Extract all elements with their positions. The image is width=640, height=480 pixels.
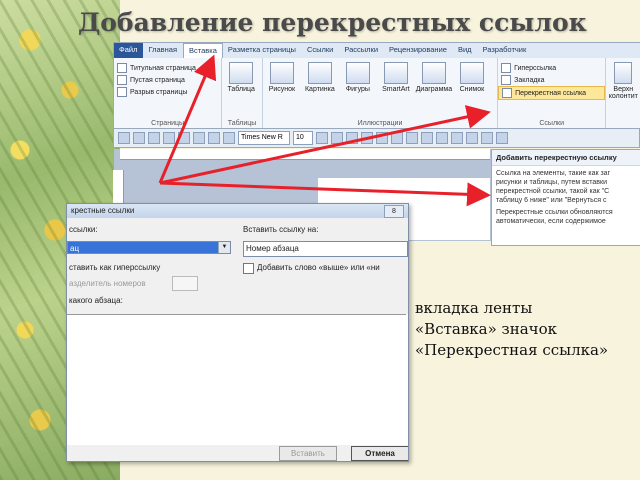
arrow-to-cross-reference — [159, 105, 491, 185]
arrow-to-insert-tab — [158, 54, 217, 184]
arrow-to-tooltip — [159, 181, 491, 207]
annotation-arrows — [158, 54, 491, 207]
